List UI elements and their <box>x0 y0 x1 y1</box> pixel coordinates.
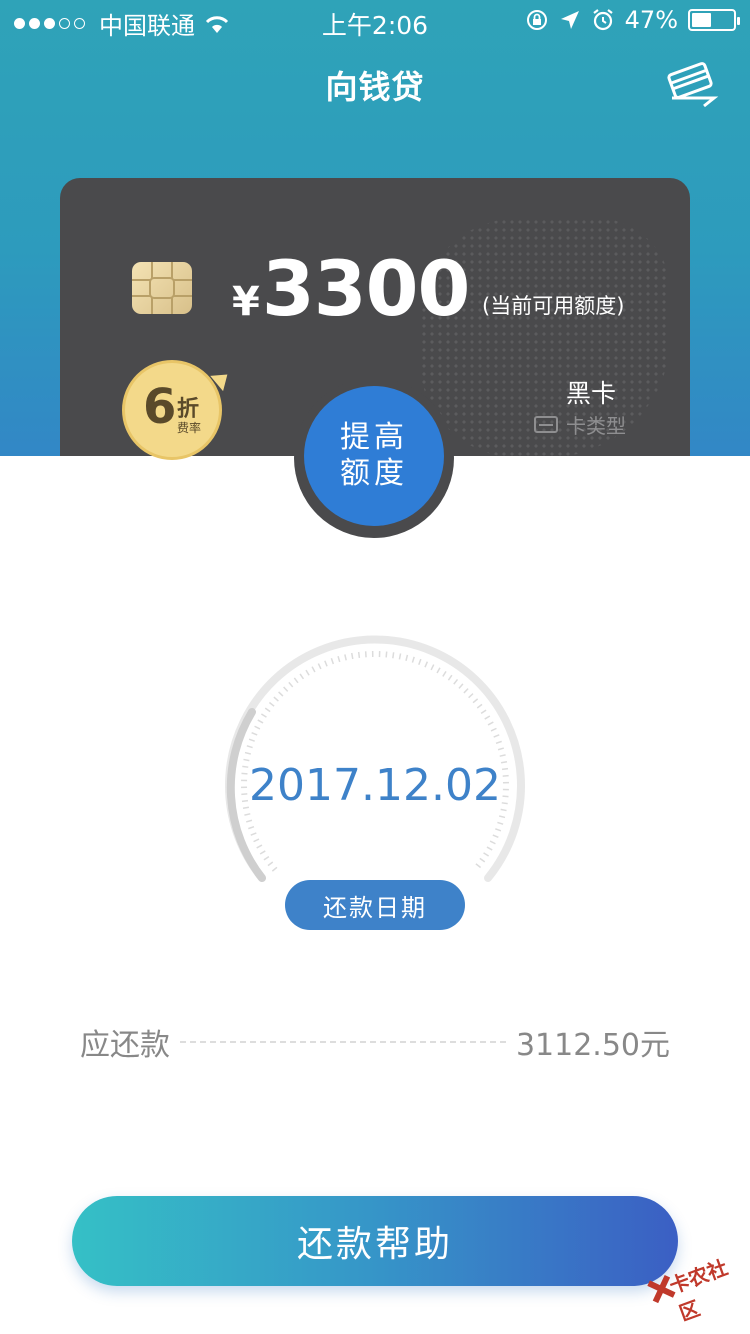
discount-number: 6 <box>143 379 177 435</box>
available-amount: ¥ 3300 <box>232 244 471 333</box>
discount-badge: 6 折 费率 <box>122 360 222 460</box>
amount-due-row: 应还款 3112.50元 <box>80 1020 670 1064</box>
currency-symbol: ¥ <box>232 279 260 325</box>
battery-percent: 47% <box>624 6 678 34</box>
repayment-date: 2017.12.02 <box>249 760 501 811</box>
alarm-icon <box>592 9 613 31</box>
location-icon <box>560 11 579 29</box>
rotation-lock-icon <box>526 10 547 30</box>
amount-value: 3300 <box>261 244 471 333</box>
amount-due-label: 应还款 <box>80 1028 170 1063</box>
card-icon <box>534 416 558 433</box>
cards-icon[interactable] <box>664 58 720 108</box>
repayment-help-button[interactable]: 还款帮助 <box>72 1196 678 1286</box>
repayment-date-label: 还款日期 <box>285 880 465 930</box>
card-type-label-text: 卡类型 <box>566 414 626 438</box>
card-type-label: 卡类型 <box>534 410 626 439</box>
status-right: 47% <box>525 6 740 34</box>
discount-subtitle: 费率 <box>177 421 202 435</box>
page-title: 向钱贷 <box>325 68 425 106</box>
increase-limit-line2: 额度 <box>340 456 408 491</box>
amount-due-value: 3112.50元 <box>515 1028 670 1063</box>
chip-icon <box>132 262 192 314</box>
battery-icon <box>688 9 740 31</box>
card-type-value: 黑卡 <box>565 379 616 408</box>
increase-limit-line1: 提高 <box>340 420 408 455</box>
dotted-divider <box>180 1041 506 1043</box>
increase-limit-button[interactable]: 提高 额度 <box>304 386 444 526</box>
status-bar: 中国联通 上午2:06 47% <box>0 0 750 40</box>
amount-label: (当前可用额度) <box>482 294 625 318</box>
